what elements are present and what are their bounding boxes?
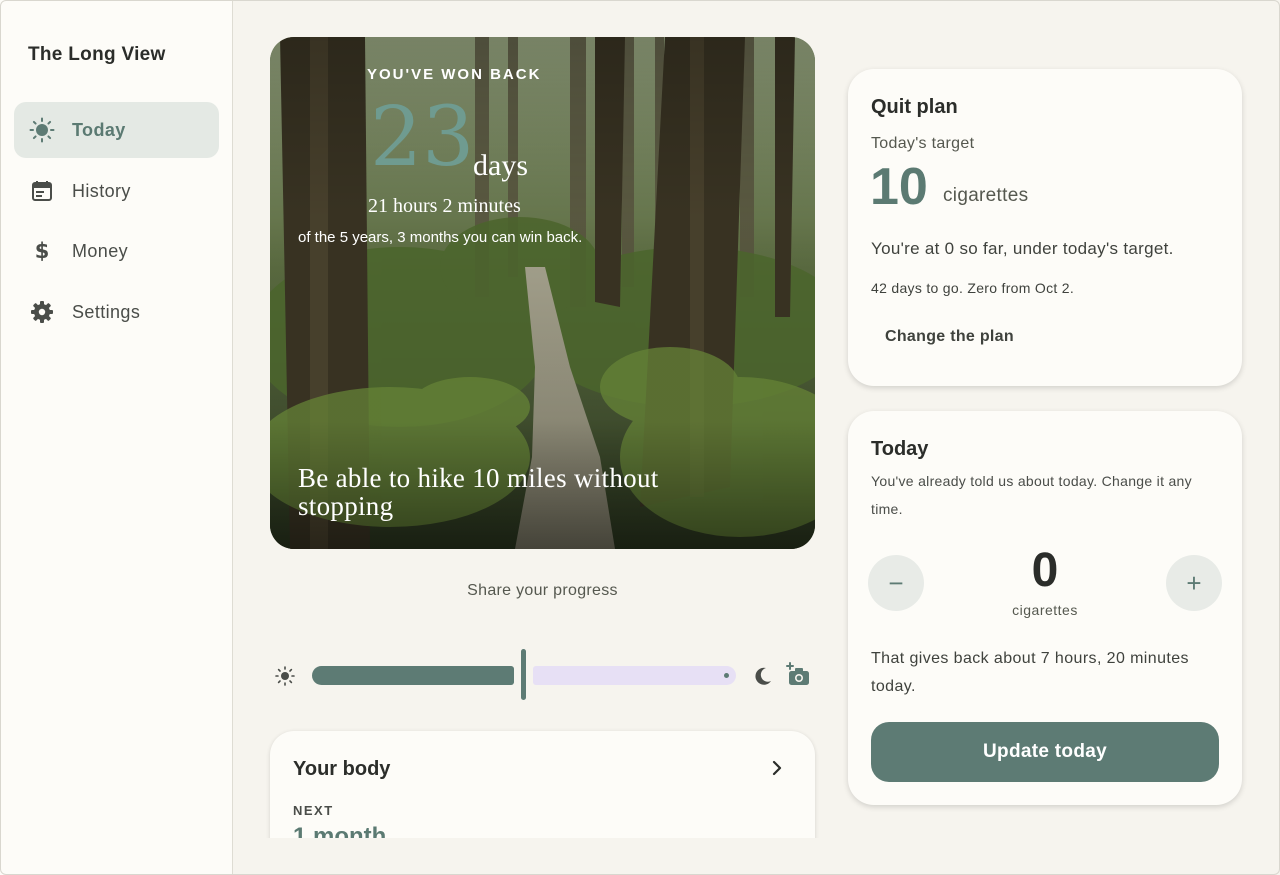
personal-goal: Be able to hike 10 miles without stoppin…: [298, 463, 659, 521]
sidebar-item-money[interactable]: $ Money: [14, 223, 219, 279]
today-card: Today You've already told us about today…: [848, 411, 1242, 805]
update-today-button[interactable]: Update today: [871, 722, 1219, 782]
days-unit: days: [473, 149, 528, 182]
chevron-right-icon[interactable]: [766, 757, 788, 779]
moon-icon: [752, 665, 774, 687]
theme-slider-track-empty[interactable]: [533, 666, 736, 685]
app-title: The Long View: [28, 44, 166, 65]
days-won-number: 23: [370, 90, 475, 185]
sidebar-item-today[interactable]: Today: [14, 102, 219, 158]
increment-button[interactable]: +: [1166, 555, 1222, 611]
quit-plan-title: Quit plan: [871, 96, 958, 118]
sidebar-item-label: History: [72, 180, 131, 201]
today-description: You've already told us about today. Chan…: [871, 473, 1192, 517]
sidebar-item-settings[interactable]: Settings: [14, 284, 219, 340]
sidebar-item-history[interactable]: History: [14, 163, 219, 219]
your-body-card[interactable]: Your body NEXT 1 month: [270, 731, 815, 838]
svg-text:$: $: [35, 239, 50, 263]
gear-icon: [28, 298, 56, 326]
target-unit: cigarettes: [943, 185, 1029, 206]
hero-card: YOU'VE WON BACK 23 days 21 hours 2 minut…: [270, 37, 815, 549]
next-milestone-label: NEXT: [293, 803, 334, 818]
total-possible-line: of the 5 years, 3 months you can win bac…: [298, 229, 583, 246]
next-milestone-value: 1 month: [293, 823, 387, 838]
add-photo-icon[interactable]: [786, 662, 812, 688]
plan-status: You're at 0 so far, under today's target…: [871, 239, 1174, 258]
plus-icon: +: [1186, 568, 1202, 598]
dollar-icon: $: [28, 237, 56, 265]
sun-icon: [28, 116, 56, 144]
sidebar-item-label: Money: [72, 240, 129, 261]
hours-minutes: 21 hours 2 minutes: [368, 195, 521, 217]
days-remaining: 42 days to go. Zero from Oct 2.: [871, 280, 1075, 296]
won-back-label: YOU'VE WON BACK: [367, 66, 542, 83]
change-plan-button[interactable]: Change the plan: [885, 328, 1014, 346]
target-label: Today's target: [871, 135, 975, 152]
calendar-icon: [28, 177, 56, 205]
slider-end-dot: [724, 673, 729, 678]
sun-icon: [275, 666, 295, 686]
target-value: 10: [870, 158, 928, 216]
sidebar-item-label: Today: [72, 119, 126, 140]
sidebar-item-label: Settings: [72, 301, 141, 322]
share-progress-button[interactable]: Share your progress: [270, 582, 815, 600]
your-body-title: Your body: [293, 758, 391, 780]
body-card-viewport: Your body NEXT 1 month: [260, 725, 830, 838]
sidebar: The Long View Today History $ Money Sett…: [0, 0, 233, 875]
theme-slider-track-filled[interactable]: [312, 666, 514, 685]
theme-slider-handle[interactable]: [521, 649, 526, 700]
time-given-back: That gives back about 7 hours, 20 minute…: [871, 650, 1189, 695]
today-title: Today: [871, 438, 929, 460]
quit-plan-card: Quit plan Today's target 10 cigarettes Y…: [848, 69, 1242, 386]
